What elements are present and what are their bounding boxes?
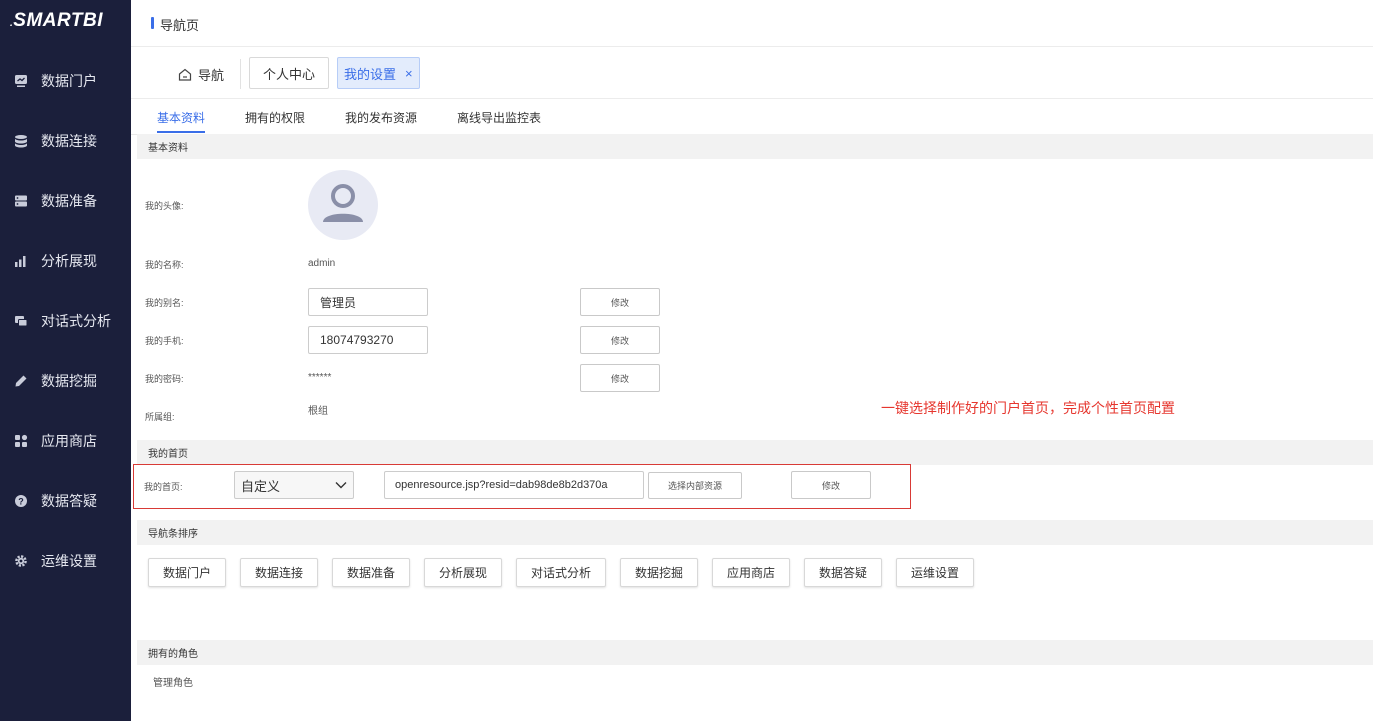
nav-order-item[interactable]: 运维设置 (896, 558, 974, 587)
section-roles: 拥有的角色 (137, 640, 1373, 665)
subtab-permissions[interactable]: 拥有的权限 (245, 109, 305, 126)
tab-label: 我的设置 (344, 66, 397, 82)
password-value: ****** (308, 372, 332, 383)
subtab-offline-export-monitor[interactable]: 离线导出监控表 (457, 109, 541, 126)
sidebar-item-label: 分析展现 (41, 253, 97, 269)
gear-icon (13, 553, 29, 569)
settings-content: 基本资料 我的头像: 我的名称: admin 我的别名: 管理员 修改 我的手机… (131, 134, 1373, 721)
name-label: 我的名称: (145, 260, 184, 270)
page-tabs-bar: 导航 个人中心 我的设置 × (131, 47, 1373, 99)
nav-order-item[interactable]: 对话式分析 (516, 558, 606, 587)
sidebar-item-label: 数据答疑 (41, 493, 97, 509)
sidebar-item-app-store[interactable]: 应用商店 (0, 421, 131, 461)
svg-text:?: ? (18, 497, 24, 507)
avatar-label: 我的头像: (145, 201, 184, 211)
sidebar-item-label: 对话式分析 (41, 313, 111, 329)
phone-label: 我的手机: (145, 336, 184, 346)
tab-home-label: 导航 (198, 68, 225, 83)
homepage-modify-button[interactable]: 修改 (791, 471, 871, 499)
page-title: 导航页 (160, 18, 200, 33)
homepage-url-input[interactable]: openresource.jsp?resid=dab98de8b2d370a (384, 471, 644, 499)
pen-icon (13, 373, 29, 389)
home-icon (178, 68, 192, 81)
subtab-label: 我的发布资源 (345, 111, 418, 125)
server-icon (13, 193, 29, 209)
choose-internal-resource-button[interactable]: 选择内部资源 (648, 472, 742, 499)
phone-modify-button[interactable]: 修改 (580, 326, 660, 354)
sidebar-item-data-portal[interactable]: 数据门户 (0, 61, 131, 101)
sidebar-item-analysis[interactable]: 分析展现 (0, 241, 131, 281)
user-icon (323, 184, 363, 222)
sidebar-item-label: 应用商店 (41, 433, 97, 449)
phone-input[interactable]: 18074793270 (308, 326, 428, 354)
subtab-label: 离线导出监控表 (457, 111, 542, 125)
settings-subtabs: 基本资料 拥有的权限 我的发布资源 离线导出监控表 (131, 99, 1373, 135)
subtab-published-resources[interactable]: 我的发布资源 (345, 109, 417, 126)
sidebar-item-data-prep[interactable]: 数据准备 (0, 181, 131, 221)
tab-home[interactable]: 导航 (178, 65, 224, 84)
sidebar-item-ops-settings[interactable]: 运维设置 (0, 541, 131, 581)
subtab-basic-info[interactable]: 基本资料 (157, 109, 206, 133)
section-title: 拥有的角色 (148, 649, 198, 660)
nav-order-item[interactable]: 数据准备 (332, 558, 410, 587)
question-icon: ? (13, 493, 29, 509)
password-label: 我的密码: (145, 374, 184, 384)
subtab-label: 基本资料 (157, 111, 206, 125)
select-value: 自定义 (241, 478, 281, 494)
title-marker (151, 17, 154, 29)
active-underline (157, 131, 206, 133)
nav-order-item[interactable]: 分析展现 (424, 558, 502, 587)
tab-personal-center[interactable]: 个人中心 (249, 57, 330, 89)
password-modify-button[interactable]: 修改 (580, 364, 660, 392)
nav-order-item[interactable]: 数据挖掘 (620, 558, 698, 587)
close-icon[interactable]: × (405, 66, 413, 81)
section-title: 导航条排序 (148, 529, 198, 540)
name-value: admin (308, 258, 336, 269)
sidebar: .SMARTBI 数据门户 数据连接 数据准备 分析展现 对话式分析 数据挖掘 (0, 0, 131, 721)
sidebar-item-data-qa[interactable]: ? 数据答疑 (0, 481, 131, 521)
apps-icon (13, 433, 29, 449)
section-basic-info: 基本资料 (137, 134, 1373, 159)
sidebar-item-label: 数据连接 (41, 133, 97, 149)
tab-divider (240, 59, 241, 89)
chat-icon (13, 313, 29, 329)
bar-chart-icon (13, 253, 29, 269)
nav-order-item[interactable]: 数据门户 (148, 558, 226, 587)
tab-label: 个人中心 (263, 66, 316, 82)
sidebar-item-label: 运维设置 (41, 553, 97, 569)
section-nav-order: 导航条排序 (137, 520, 1373, 545)
homepage-type-select[interactable]: 自定义 (234, 471, 354, 499)
sidebar-item-data-connection[interactable]: 数据连接 (0, 121, 131, 161)
nav-order-item[interactable]: 数据连接 (240, 558, 318, 587)
section-title: 基本资料 (148, 143, 188, 154)
group-value: 根组 (308, 406, 328, 417)
section-title: 我的首页 (148, 449, 188, 460)
alias-modify-button[interactable]: 修改 (580, 288, 660, 316)
nav-order-item[interactable]: 数据答疑 (804, 558, 882, 587)
database-icon (13, 133, 29, 149)
group-label: 所属组: (145, 412, 175, 422)
subtab-label: 拥有的权限 (245, 111, 306, 125)
sidebar-item-conversational[interactable]: 对话式分析 (0, 301, 131, 341)
sidebar-item-label: 数据准备 (41, 193, 97, 209)
tab-my-settings[interactable]: 我的设置 × (337, 57, 420, 89)
portal-icon (13, 73, 29, 89)
sidebar-item-label: 数据挖掘 (41, 373, 97, 389)
section-my-homepage: 我的首页 (137, 440, 1373, 465)
top-header: 导航页 (131, 0, 1373, 47)
annotation-text: 一键选择制作好的门户首页，完成个性首页配置 (881, 400, 1175, 416)
chevron-down-icon (335, 482, 347, 489)
sidebar-item-data-mining[interactable]: 数据挖掘 (0, 361, 131, 401)
homepage-label: 我的首页: (144, 482, 183, 492)
smartbi-logo[interactable]: .SMARTBI (10, 10, 103, 32)
role-item: 管理角色 (153, 678, 193, 689)
alias-label: 我的别名: (145, 298, 184, 308)
avatar[interactable] (308, 170, 378, 240)
alias-input[interactable]: 管理员 (308, 288, 428, 316)
sidebar-item-label: 数据门户 (41, 73, 97, 89)
nav-order-item[interactable]: 应用商店 (712, 558, 790, 587)
